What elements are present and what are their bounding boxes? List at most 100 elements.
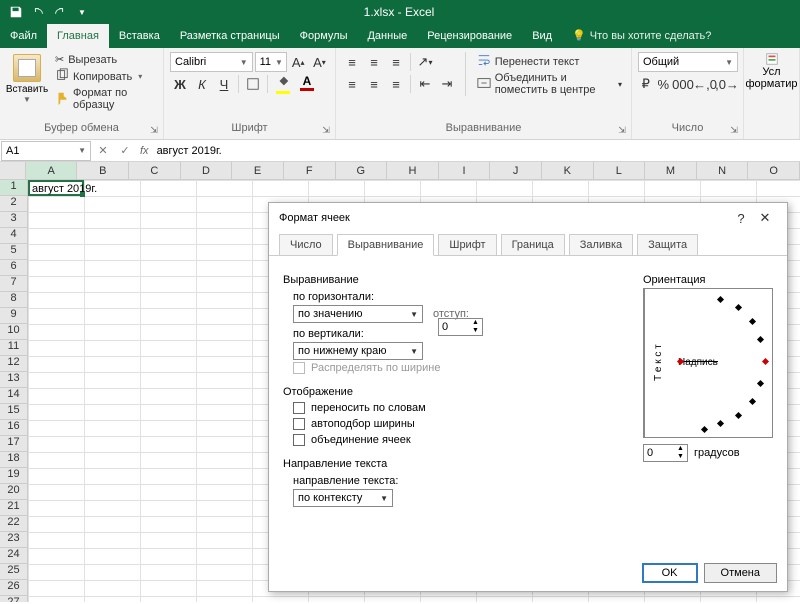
row-header[interactable]: 12: [0, 356, 28, 372]
increase-decimal-button[interactable]: ←,0: [695, 74, 715, 94]
copy-button[interactable]: Копировать▾: [52, 67, 157, 86]
tab-number[interactable]: Число: [279, 234, 333, 256]
cancel-edit-icon[interactable]: ✕: [92, 144, 114, 157]
row-header[interactable]: 17: [0, 436, 28, 452]
italic-button[interactable]: К: [192, 74, 212, 94]
font-size-combo[interactable]: 11▼: [255, 52, 287, 72]
row-header[interactable]: 11: [0, 340, 28, 356]
font-dialog-launcher[interactable]: ⇲: [320, 124, 332, 136]
col-header-g[interactable]: G: [336, 162, 388, 179]
align-top-button[interactable]: ≡: [342, 52, 362, 72]
spin-up-icon[interactable]: ▲: [469, 319, 482, 327]
row-header[interactable]: 25: [0, 564, 28, 580]
row-header[interactable]: 5: [0, 244, 28, 260]
alignment-dialog-launcher[interactable]: ⇲: [616, 124, 628, 136]
col-header-j[interactable]: J: [490, 162, 542, 179]
comma-format-button[interactable]: 000: [673, 74, 693, 94]
col-header-a[interactable]: A: [26, 162, 78, 179]
col-header-o[interactable]: O: [748, 162, 800, 179]
tab-fill[interactable]: Заливка: [569, 234, 633, 256]
format-painter-button[interactable]: Формат по образцу: [52, 86, 157, 112]
select-all-corner[interactable]: [0, 162, 26, 180]
indent-value[interactable]: [439, 321, 469, 333]
col-header-f[interactable]: F: [284, 162, 336, 179]
row-header[interactable]: 16: [0, 420, 28, 436]
increase-font-button[interactable]: A▴: [289, 52, 308, 72]
row-header[interactable]: 18: [0, 452, 28, 468]
name-box[interactable]: A1▼: [1, 141, 91, 161]
tab-home[interactable]: Главная: [47, 24, 109, 48]
col-header-l[interactable]: L: [594, 162, 646, 179]
col-header-k[interactable]: K: [542, 162, 594, 179]
conditional-formatting-button[interactable]: Усл форматир: [750, 52, 793, 90]
orientation-control[interactable]: Т е к с т Надпись: [643, 288, 773, 438]
close-button[interactable]: ✕: [753, 210, 777, 226]
col-header-e[interactable]: E: [232, 162, 284, 179]
tab-data[interactable]: Данные: [357, 24, 417, 48]
row-header[interactable]: 9: [0, 308, 28, 324]
redo-icon[interactable]: [50, 3, 70, 21]
tab-border[interactable]: Граница: [501, 234, 565, 256]
ok-button[interactable]: OK: [642, 563, 698, 583]
row-header[interactable]: 19: [0, 468, 28, 484]
col-header-c[interactable]: C: [129, 162, 181, 179]
row-header[interactable]: 22: [0, 516, 28, 532]
col-header-b[interactable]: B: [77, 162, 129, 179]
underline-button[interactable]: Ч: [214, 74, 234, 94]
col-header-m[interactable]: M: [645, 162, 697, 179]
col-header-d[interactable]: D: [181, 162, 233, 179]
paste-button[interactable]: Вставить ▼: [6, 52, 48, 112]
cut-button[interactable]: ✂Вырезать: [52, 52, 157, 67]
row-header[interactable]: 10: [0, 324, 28, 340]
fill-handle[interactable]: [80, 192, 85, 197]
vertical-combo[interactable]: по нижнему краю▼: [293, 342, 423, 360]
row-header[interactable]: 7: [0, 276, 28, 292]
tab-alignment[interactable]: Выравнивание: [337, 234, 435, 256]
increase-indent-button[interactable]: ⇥: [437, 74, 457, 94]
tab-insert[interactable]: Вставка: [109, 24, 170, 48]
cell-a1[interactable]: август 2019г.: [28, 180, 84, 196]
tab-font[interactable]: Шрифт: [438, 234, 496, 256]
row-header[interactable]: 27: [0, 596, 28, 602]
customize-qat-icon[interactable]: ▼: [72, 3, 92, 21]
tell-me[interactable]: 💡 Что вы хотите сделать?: [562, 24, 721, 48]
tab-file[interactable]: Файл: [0, 24, 47, 48]
wrap-text-button[interactable]: Перенести текст: [474, 52, 625, 71]
tab-protection[interactable]: Защита: [637, 234, 698, 256]
row-header[interactable]: 4: [0, 228, 28, 244]
align-left-button[interactable]: ≡: [342, 74, 362, 94]
row-header[interactable]: 2: [0, 196, 28, 212]
spin-down-icon[interactable]: ▼: [674, 453, 687, 461]
spin-down-icon[interactable]: ▼: [469, 327, 482, 335]
row-header[interactable]: 15: [0, 404, 28, 420]
tab-formulas[interactable]: Формулы: [290, 24, 358, 48]
font-family-combo[interactable]: Calibri▼: [170, 52, 253, 72]
degrees-spinner[interactable]: ▲▼: [643, 444, 688, 462]
row-header[interactable]: 14: [0, 388, 28, 404]
font-color-button[interactable]: A: [296, 74, 318, 94]
row-header[interactable]: 1: [0, 180, 28, 196]
merge-center-button[interactable]: Объединить и поместить в центре▾: [474, 71, 625, 97]
orientation-vertical-text[interactable]: Т е к с т: [644, 289, 672, 437]
borders-button[interactable]: [243, 74, 263, 94]
text-direction-combo[interactable]: по контексту▼: [293, 489, 393, 507]
horizontal-combo[interactable]: по значению▼: [293, 305, 423, 323]
row-header[interactable]: 3: [0, 212, 28, 228]
row-header[interactable]: 24: [0, 548, 28, 564]
percent-format-button[interactable]: %: [656, 74, 672, 94]
help-button[interactable]: ?: [729, 211, 753, 226]
merge-cells-checkbox[interactable]: объединение ячеек: [283, 432, 643, 448]
row-header[interactable]: 21: [0, 500, 28, 516]
indent-spinner[interactable]: ▲▼: [438, 318, 483, 336]
row-header[interactable]: 6: [0, 260, 28, 276]
col-header-i[interactable]: I: [439, 162, 491, 179]
align-right-button[interactable]: ≡: [386, 74, 406, 94]
tab-review[interactable]: Рецензирование: [417, 24, 522, 48]
row-header[interactable]: 26: [0, 580, 28, 596]
align-middle-button[interactable]: ≡: [364, 52, 384, 72]
number-format-combo[interactable]: Общий▼: [638, 52, 738, 72]
fx-icon[interactable]: fx: [136, 145, 153, 157]
row-header[interactable]: 23: [0, 532, 28, 548]
formula-input[interactable]: [153, 145, 800, 157]
orientation-dial[interactable]: Надпись: [672, 289, 772, 437]
